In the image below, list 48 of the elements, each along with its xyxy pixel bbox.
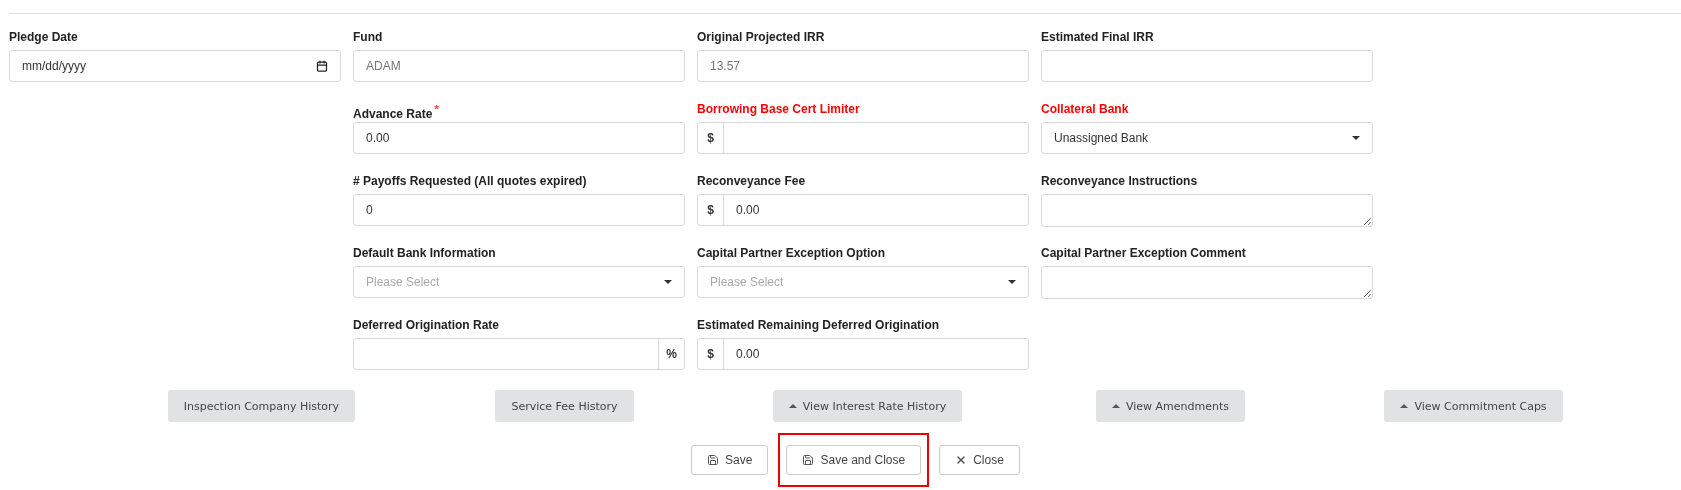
input-field[interactable]: 13.57 (697, 50, 1029, 82)
calendar-icon[interactable] (316, 60, 328, 72)
field-label: # Payoffs Requested (All quotes expired) (353, 174, 587, 188)
caret-icon (1008, 280, 1016, 284)
date-field[interactable]: mm/dd/yyyy (9, 50, 341, 82)
textarea-field[interactable] (1041, 194, 1373, 227)
caret-icon (1352, 136, 1360, 140)
close-button[interactable]: Close (939, 445, 1020, 475)
history-button[interactable]: Inspection Company History (167, 390, 356, 422)
field-label: Advance Rate (353, 107, 433, 121)
input-field[interactable]: 0.00 (353, 122, 685, 154)
field-label: Fund (353, 30, 383, 44)
save-button[interactable]: Save (691, 445, 769, 475)
caret-icon (664, 280, 672, 284)
save-button[interactable]: Save and Close (786, 445, 922, 475)
save-icon (707, 454, 720, 466)
field-label: Capital Partner Exception Comment (1041, 246, 1246, 260)
field-label: Pledge Date (9, 30, 78, 44)
input-field[interactable]: $ 0.00 (697, 338, 1029, 370)
input-field[interactable]: $ 0.00 (697, 194, 1029, 226)
history-button[interactable]: View Commitment Caps (1384, 390, 1563, 422)
history-button[interactable]: View Interest Rate History (772, 390, 963, 422)
select-field[interactable]: Unassigned Bank (1041, 122, 1373, 154)
history-button[interactable]: Service Fee History (495, 390, 634, 422)
input-field[interactable]: % (353, 338, 685, 370)
field-label: Deferred Origination Rate (353, 318, 500, 332)
history-button[interactable]: View Amendments (1095, 390, 1246, 422)
input-field[interactable]: 0 (353, 194, 685, 226)
field-label: Reconveyance Instructions (1041, 174, 1198, 188)
field-label: Capital Partner Exception Option (697, 246, 886, 260)
textarea-field[interactable] (1041, 266, 1373, 299)
close-icon (955, 454, 968, 466)
currency-addon: $ (698, 195, 724, 225)
field-label: Estimated Remaining Deferred Origination (697, 318, 940, 332)
input-field[interactable]: ADAM (353, 50, 685, 82)
input-field[interactable] (1041, 50, 1373, 82)
field-label: Borrowing Base Cert Limiter (697, 102, 860, 116)
required-mark: * (434, 103, 439, 115)
field-label: Estimated Final IRR (1041, 30, 1154, 44)
field-label: Original Projected IRR (697, 30, 825, 44)
field-label: Default Bank Information (353, 246, 496, 260)
field-label: Reconveyance Fee (697, 174, 806, 188)
input-field[interactable]: $ (697, 122, 1029, 154)
currency-addon: $ (698, 123, 724, 153)
currency-addon: $ (698, 339, 724, 369)
field-label: Collateral Bank (1041, 102, 1129, 116)
percent-addon: % (658, 339, 684, 369)
save-icon (802, 454, 815, 466)
